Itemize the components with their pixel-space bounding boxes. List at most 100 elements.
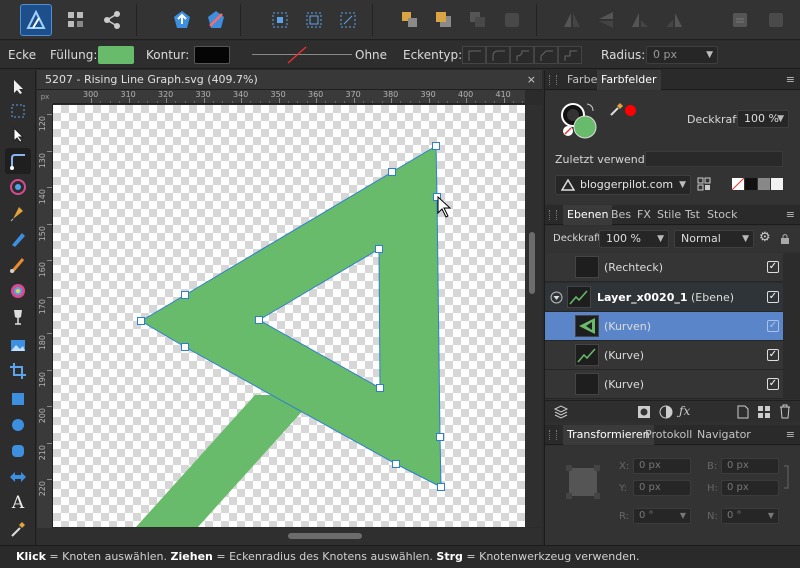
arrange-forward-icon[interactable]: [430, 6, 458, 34]
tab-constraints[interactable]: Bes: [607, 205, 635, 225]
eyedropper-icon[interactable]: [609, 103, 623, 117]
arrange-behind-icon[interactable]: [498, 6, 526, 34]
lock-icon[interactable]: [780, 233, 790, 245]
layer-row[interactable]: (Kurve) ✓: [545, 370, 783, 399]
vertical-scrollbar[interactable]: [529, 232, 535, 294]
panel-menu-icon[interactable]: ≡: [786, 70, 795, 90]
panel-menu-icon[interactable]: ≡: [786, 425, 795, 445]
gear-icon[interactable]: ⚙: [759, 230, 771, 245]
height-input[interactable]: 0 px: [721, 480, 779, 496]
swatch-none[interactable]: [731, 177, 745, 191]
visibility-checkbox[interactable]: ✓: [767, 261, 779, 273]
horizontal-scrollbar[interactable]: [288, 533, 362, 539]
mask-icon[interactable]: [637, 405, 651, 419]
tab-navigator[interactable]: Navigator: [693, 425, 755, 445]
tab-fx[interactable]: FX: [633, 205, 655, 225]
no-snapping-icon[interactable]: [202, 6, 230, 34]
tab-history[interactable]: Protokoll: [641, 425, 696, 445]
pencil-tool-icon[interactable]: [5, 226, 31, 252]
node-tool-icon[interactable]: [5, 122, 31, 148]
shapes-tool-icon[interactable]: [5, 464, 31, 490]
fill-stroke-selector[interactable]: [559, 101, 599, 141]
swatch-gray[interactable]: [758, 178, 770, 190]
document-tab[interactable]: 5207 - Rising Line Graph.svg (409.7%) ×: [37, 70, 542, 90]
swatch-black[interactable]: [745, 178, 757, 190]
vector-brush-tool-icon[interactable]: [5, 252, 31, 278]
target-tool-icon[interactable]: [5, 174, 31, 200]
export-persona-icon[interactable]: [98, 6, 126, 34]
panel-grip-icon[interactable]: [549, 210, 557, 220]
panel-grip-icon[interactable]: [549, 430, 557, 440]
visibility-checkbox[interactable]: ✓: [767, 320, 779, 332]
more-icon[interactable]: [762, 6, 790, 34]
visibility-checkbox[interactable]: ✓: [767, 291, 779, 303]
radius-input[interactable]: 0 px ▼: [646, 46, 718, 64]
y-input[interactable]: 0 px: [633, 480, 691, 496]
stroke-swatch[interactable]: [194, 46, 230, 64]
layers-stack-icon[interactable]: [553, 405, 569, 419]
visibility-checkbox[interactable]: ✓: [767, 349, 779, 361]
corner-type-straight-button[interactable]: [534, 46, 558, 64]
flip-horizontal-icon[interactable]: [558, 6, 586, 34]
link-icon[interactable]: [782, 464, 790, 490]
corner-type-concave-button[interactable]: [510, 46, 534, 64]
trash-icon[interactable]: [779, 404, 791, 419]
tab-text-styles[interactable]: Tst: [681, 205, 704, 225]
artboard-tool-icon[interactable]: [5, 98, 31, 124]
canvas[interactable]: [53, 105, 525, 527]
panel-grip-icon[interactable]: [549, 75, 557, 85]
flip-vertical-icon[interactable]: [592, 6, 620, 34]
layer-row-selected[interactable]: (Kurven) ✓: [545, 312, 783, 341]
visibility-checkbox[interactable]: ✓: [767, 378, 779, 390]
tab-transform[interactable]: Transformieren: [563, 425, 654, 445]
rectangle-tool-icon[interactable]: [5, 386, 31, 412]
place-image-tool-icon[interactable]: [5, 332, 31, 358]
palette-grid-icon[interactable]: [697, 177, 711, 191]
tab-color[interactable]: Farbe: [563, 70, 601, 90]
layer-opacity-input[interactable]: 100 % ▼: [599, 230, 669, 248]
corner-type-inverted-button[interactable]: [558, 46, 582, 64]
width-input[interactable]: 0 px: [721, 458, 779, 474]
rotate-left-icon[interactable]: [626, 6, 654, 34]
layer-row-group[interactable]: Layer_x0020_1 (Ebene) ✓: [545, 283, 783, 312]
boolean-icon[interactable]: [726, 6, 754, 34]
fill-swatch[interactable]: [98, 46, 134, 64]
close-icon[interactable]: ×: [527, 70, 536, 90]
palette-select[interactable]: bloggerpilot.com ▼: [555, 175, 691, 195]
text-tool-icon[interactable]: A: [5, 490, 31, 516]
corner-type-rounded-button[interactable]: [486, 46, 510, 64]
move-tool-icon[interactable]: [5, 74, 31, 100]
anchor-selector-icon[interactable]: [565, 464, 601, 500]
pixel-persona-icon[interactable]: [62, 6, 90, 34]
rounded-rectangle-tool-icon[interactable]: [5, 438, 31, 464]
recent-colors-strip[interactable]: [645, 151, 783, 167]
rotate-right-icon[interactable]: [660, 6, 688, 34]
layer-row[interactable]: (Rechteck) ✓: [545, 253, 783, 282]
crop-tool-icon[interactable]: [5, 358, 31, 384]
x-input[interactable]: 0 px: [633, 458, 691, 474]
panel-menu-icon[interactable]: ≡: [786, 205, 795, 225]
corner-tool-icon[interactable]: [5, 148, 31, 174]
ellipse-tool-icon[interactable]: [5, 412, 31, 438]
snapping-icon[interactable]: [168, 6, 196, 34]
swatch-white[interactable]: [771, 178, 783, 190]
tab-stock[interactable]: Stock: [703, 205, 741, 225]
arrange-back-icon[interactable]: [464, 6, 492, 34]
fill-tool-icon[interactable]: [5, 278, 31, 304]
blend-mode-select[interactable]: Normal ▼: [674, 230, 754, 248]
arrange-front-icon[interactable]: [396, 6, 424, 34]
corner-type-normal-button[interactable]: [462, 46, 486, 64]
add-layer-icon[interactable]: [737, 405, 749, 419]
layer-row[interactable]: (Kurve) ✓: [545, 341, 783, 370]
affinity-designer-logo[interactable]: [20, 4, 52, 36]
expand-toggle-icon[interactable]: [550, 291, 563, 304]
rotation-input[interactable]: 0 ° ▼: [633, 508, 691, 524]
align-icon[interactable]: [266, 6, 294, 34]
tab-layers[interactable]: Ebenen: [563, 205, 613, 225]
adjustment-icon[interactable]: [659, 405, 673, 419]
opacity-input[interactable]: 100 % ▼: [737, 110, 789, 128]
transform-icon[interactable]: [300, 6, 328, 34]
group-layers-icon[interactable]: [757, 405, 771, 419]
pen-tool-icon[interactable]: [5, 200, 31, 226]
tab-swatches[interactable]: Farbfelder: [597, 70, 661, 90]
